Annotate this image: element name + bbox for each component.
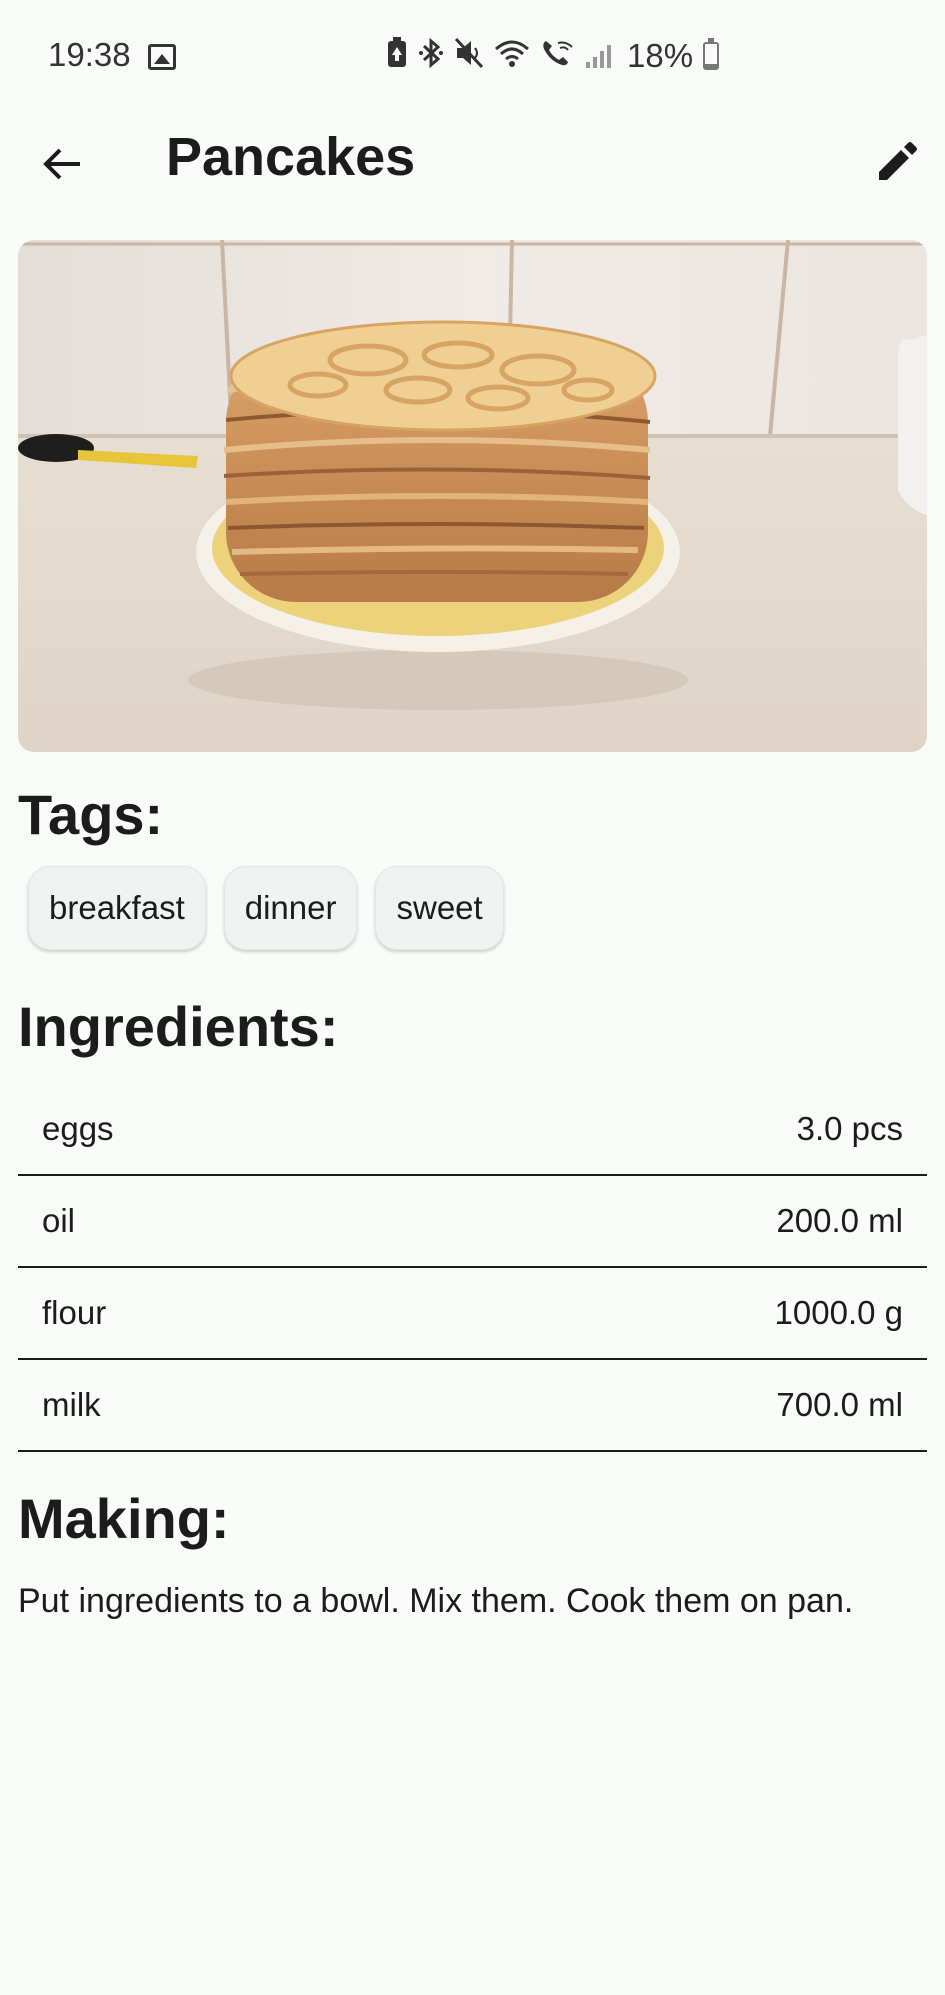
tags-row: breakfast dinner sweet [28, 866, 504, 950]
back-button[interactable] [30, 132, 94, 196]
status-time: 19:38 [48, 36, 131, 73]
battery-percent: 18% [627, 37, 694, 74]
ingredient-row: milk 700.0 ml [18, 1360, 927, 1452]
battery-saver-icon [386, 36, 408, 76]
page-title: Pancakes [166, 127, 416, 187]
ingredient-row: eggs 3.0 pcs [18, 1084, 927, 1176]
mute-icon [454, 37, 484, 76]
ingredients-heading: Ingredients: [18, 995, 339, 1058]
battery-level [705, 63, 718, 68]
ingredient-name: oil [42, 1202, 76, 1239]
edit-button[interactable] [865, 130, 929, 194]
status-bar: 19:38 18% [0, 0, 945, 112]
ingredient-name: flour [42, 1294, 107, 1331]
status-icons: 18% [386, 36, 720, 76]
back-arrow-icon [43, 148, 80, 180]
tag-chip-breakfast[interactable]: breakfast [28, 866, 206, 950]
recipe-photo [18, 240, 927, 752]
battery-icon [703, 38, 720, 70]
tag-chip-dinner[interactable]: dinner [223, 866, 358, 950]
wifi-icon [494, 37, 530, 76]
app-bar: Pancakes [0, 112, 945, 210]
gallery-icon [148, 44, 176, 70]
signal-icon [586, 44, 611, 68]
tag-chip-sweet[interactable]: sweet [375, 866, 504, 950]
ingredient-name: milk [42, 1386, 101, 1423]
pencil-icon [879, 142, 917, 180]
ingredients-table: eggs 3.0 pcs oil 200.0 ml flour 1000.0 g… [18, 1084, 927, 1452]
ingredient-row: oil 200.0 ml [18, 1176, 927, 1268]
making-instructions: Put ingredients to a bowl. Mix them. Coo… [18, 1582, 854, 1620]
ingredient-amount: 700.0 ml [776, 1386, 903, 1423]
ingredient-row: flour 1000.0 g [18, 1268, 927, 1360]
bluetooth-icon [418, 37, 444, 76]
ingredient-amount: 200.0 ml [776, 1202, 903, 1239]
ingredient-amount: 3.0 pcs [796, 1110, 903, 1147]
ingredient-amount: 1000.0 g [774, 1294, 903, 1331]
wifi-calling-icon [540, 37, 576, 76]
tags-heading: Tags: [18, 783, 164, 846]
ingredient-name: eggs [42, 1110, 114, 1147]
making-heading: Making: [18, 1487, 230, 1550]
